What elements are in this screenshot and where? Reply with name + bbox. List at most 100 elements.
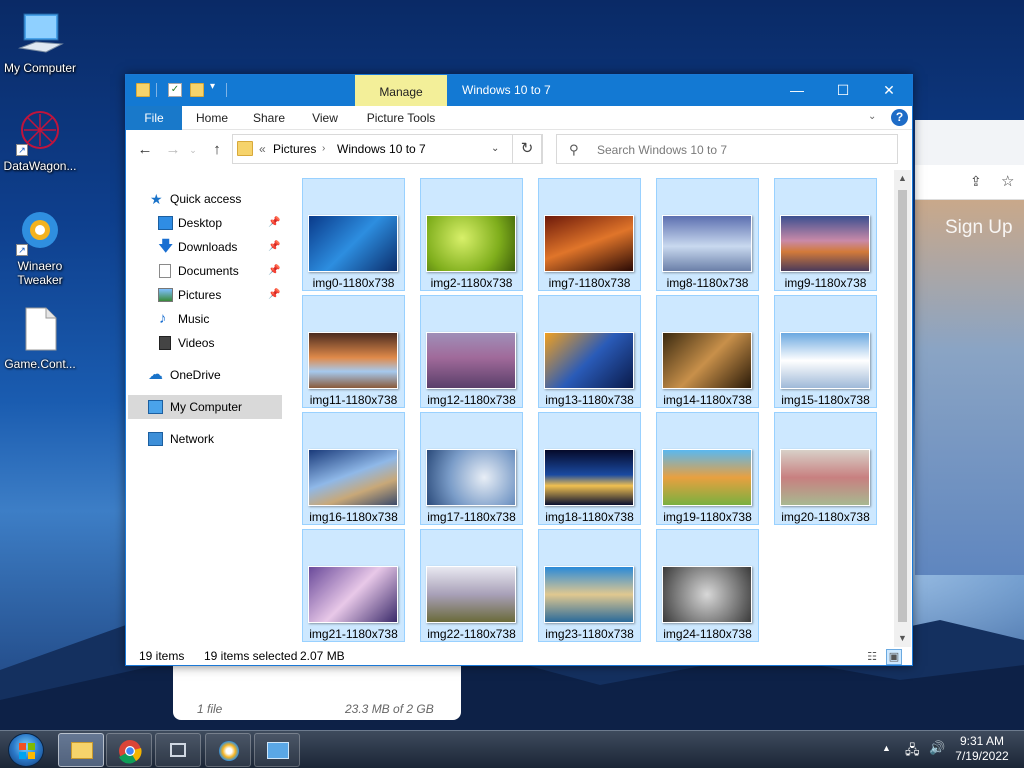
file-tile[interactable]: img2-1180x738	[420, 178, 523, 291]
scroll-down-arrow-icon[interactable]: ▼	[894, 630, 911, 647]
file-tile[interactable]: img7-1180x738	[538, 178, 641, 291]
file-explorer-window[interactable]: ✓ ▾ Manage Windows 10 to 7 — ☐ ✕ File Ho…	[125, 74, 913, 666]
pin-icon[interactable]: 📌	[268, 211, 280, 235]
new-folder-icon[interactable]	[190, 83, 204, 97]
volume-icon[interactable]: 🔊	[929, 740, 945, 756]
pin-icon[interactable]: 📌	[268, 235, 280, 259]
forward-arrow-icon[interactable]: →	[164, 141, 182, 159]
tab-picture-tools[interactable]: Picture Tools	[355, 106, 447, 130]
file-tile[interactable]: img14-1180x738	[656, 295, 759, 408]
search-icon: ⚲	[569, 142, 579, 157]
pin-icon[interactable]: 📌	[268, 259, 280, 283]
refresh-button[interactable]: ↻	[512, 134, 542, 164]
close-button[interactable]: ✕	[866, 75, 912, 106]
back-arrow-icon[interactable]: ←	[136, 141, 154, 159]
file-name: img14-1180x738	[663, 393, 752, 407]
taskbar-winaero-tweaker-button[interactable]	[205, 733, 251, 767]
system-clock[interactable]: 9:31 AM 7/19/2022	[952, 734, 1012, 764]
title-bar[interactable]: ✓ ▾ Manage Windows 10 to 7 — ☐ ✕	[126, 75, 912, 106]
share-icon[interactable]: ⇪	[970, 173, 982, 190]
file-tile[interactable]: img18-1180x738	[538, 412, 641, 525]
breadcrumb-windows-10-to-7[interactable]: Windows 10 to 7	[337, 142, 426, 156]
sidebar-item-quick-access[interactable]: ★ Quick access	[126, 187, 284, 211]
file-tile[interactable]: img23-1180x738	[538, 529, 641, 642]
winaero-tweaker-icon	[219, 741, 239, 761]
file-name: img9-1180x738	[784, 276, 867, 290]
file-tile[interactable]: img16-1180x738	[302, 412, 405, 525]
file-tile[interactable]: img8-1180x738	[656, 178, 759, 291]
network-icon[interactable]: 🖧	[905, 741, 920, 763]
file-tile[interactable]: img11-1180x738	[302, 295, 405, 408]
file-tile[interactable]: img21-1180x738	[302, 529, 405, 642]
sidebar-item-label: Network	[170, 432, 215, 446]
show-hidden-icons-chevron-icon[interactable]: ▲	[882, 743, 891, 753]
desktop-icon-label: DataWagon...	[3, 159, 77, 173]
file-tile[interactable]: img13-1180x738	[538, 295, 641, 408]
vertical-scrollbar[interactable]: ▲ ▼	[894, 170, 911, 647]
recent-locations-chevron-icon[interactable]: ⌄	[184, 141, 202, 159]
tab-file[interactable]: File	[126, 106, 182, 130]
sidebar-item-pictures[interactable]: Pictures 📌	[126, 283, 284, 307]
image-thumbnail	[662, 449, 752, 506]
file-tile[interactable]: img24-1180x738	[656, 529, 759, 642]
file-tile[interactable]: img12-1180x738	[420, 295, 523, 408]
scrollbar-thumb[interactable]	[898, 190, 907, 622]
background-browser-window[interactable]: ⇪ ☆ Sign Up	[915, 120, 1024, 575]
details-view-icon[interactable]: ☷	[864, 649, 880, 665]
file-tile[interactable]: img19-1180x738	[656, 412, 759, 525]
desktop-icon-datawagon[interactable]: ↗ DataWagon...	[0, 108, 80, 173]
folder-icon	[71, 742, 93, 759]
taskbar-task-view-button[interactable]	[155, 733, 201, 767]
sidebar-item-desktop[interactable]: Desktop 📌	[126, 211, 284, 235]
desktop-icon-game-cont[interactable]: Game.Cont...	[0, 306, 80, 371]
help-icon[interactable]: ?	[891, 109, 908, 126]
properties-icon[interactable]: ✓	[168, 83, 182, 97]
file-tile[interactable]: img15-1180x738	[774, 295, 877, 408]
sidebar-item-documents[interactable]: Documents 📌	[126, 259, 284, 283]
address-bar[interactable]: « Pictures › Windows 10 to 7 ⌄	[232, 134, 543, 164]
manage-context-tab[interactable]: Manage	[355, 75, 447, 106]
star-icon[interactable]: ☆	[1001, 172, 1014, 190]
sign-up-link[interactable]: Sign Up	[945, 217, 1013, 239]
breadcrumb-separator-icon[interactable]: ›	[322, 143, 325, 154]
qat-dropdown-icon[interactable]: ▾	[210, 81, 215, 92]
file-tile[interactable]: img0-1180x738	[302, 178, 405, 291]
sidebar-item-downloads[interactable]: 🡇 Downloads 📌	[126, 235, 284, 259]
file-count: 1 file	[197, 702, 223, 716]
file-tile[interactable]: img17-1180x738	[420, 412, 523, 525]
scroll-up-arrow-icon[interactable]: ▲	[894, 170, 911, 187]
file-tile[interactable]: img20-1180x738	[774, 412, 877, 525]
large-icons-view-icon[interactable]: ▣	[886, 649, 902, 665]
desktop-icon-winaero-tweaker[interactable]: ↗ Winaero Tweaker	[0, 208, 80, 287]
refresh-icon: ↻	[520, 140, 534, 157]
start-button[interactable]	[8, 733, 44, 767]
tab-share[interactable]: Share	[244, 106, 294, 130]
tab-home[interactable]: Home	[188, 106, 236, 130]
file-tile[interactable]: img9-1180x738	[774, 178, 877, 291]
image-thumbnail	[426, 449, 516, 506]
file-name: img11-1180x738	[309, 393, 398, 407]
tab-view[interactable]: View	[302, 106, 348, 130]
sidebar-item-my-computer[interactable]: My Computer	[128, 395, 282, 419]
search-input[interactable]: ⚲ Search Windows 10 to 7	[556, 134, 898, 164]
file-name: img21-1180x738	[309, 627, 398, 641]
taskbar-file-explorer-button[interactable]	[58, 733, 104, 767]
up-arrow-icon[interactable]: ↑	[208, 141, 226, 159]
maximize-button[interactable]: ☐	[820, 75, 866, 106]
pin-icon[interactable]: 📌	[268, 283, 280, 307]
expand-ribbon-chevron-icon[interactable]: ⌄	[868, 111, 882, 125]
sidebar-item-onedrive[interactable]: ☁ OneDrive	[126, 363, 284, 387]
minimize-button[interactable]: —	[774, 75, 820, 106]
sidebar-item-network[interactable]: Network	[126, 427, 284, 451]
sidebar-item-videos[interactable]: Videos	[126, 331, 284, 355]
file-list[interactable]: img0-1180x738 img2-1180x738 img7-1180x738 i…	[301, 178, 894, 646]
breadcrumb-pictures[interactable]: Pictures	[273, 142, 316, 156]
sidebar-item-music[interactable]: ♪ Music	[126, 307, 284, 331]
clock-time: 9:31 AM	[959, 734, 1005, 748]
address-overflow[interactable]: «	[259, 142, 266, 156]
address-dropdown-chevron-icon[interactable]: ⌄	[491, 143, 499, 154]
file-tile[interactable]: img22-1180x738	[420, 529, 523, 642]
taskbar-control-panel-button[interactable]	[254, 733, 300, 767]
taskbar-chrome-button[interactable]	[106, 733, 152, 767]
desktop-icon-my-computer[interactable]: My Computer	[0, 10, 80, 75]
